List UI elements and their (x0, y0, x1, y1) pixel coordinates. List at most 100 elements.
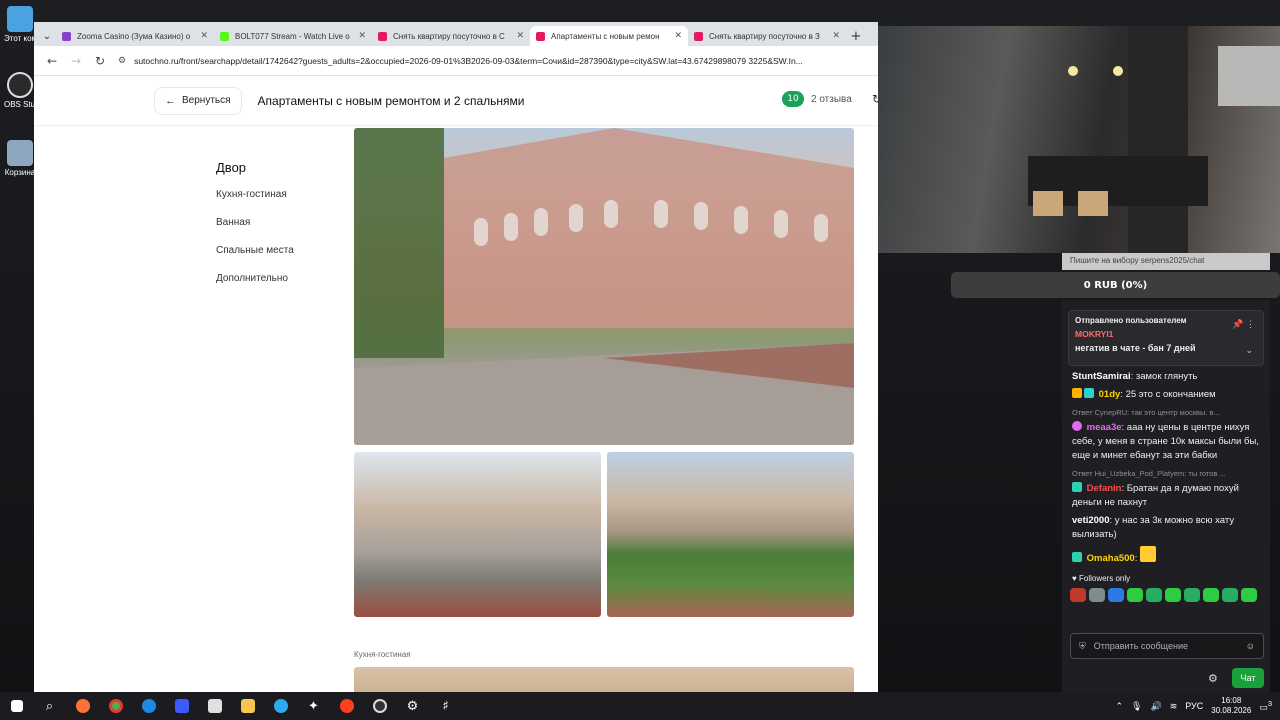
emote-icon[interactable] (1203, 588, 1219, 602)
search-icon[interactable]: ⌕ (33, 692, 66, 720)
obs-icon (7, 72, 33, 98)
close-tab-icon[interactable]: ✕ (674, 31, 682, 41)
clock-time: 16:08 (1221, 696, 1242, 705)
desktop-icon-label: OBS Studio (4, 100, 36, 109)
forward-arrow-icon[interactable]: → (64, 54, 88, 68)
chat-message: Defanin: Братан да я думаю похуй деньги … (1072, 482, 1239, 508)
close-tab-icon[interactable]: ✕ (358, 31, 366, 41)
notifications-icon[interactable]: ▭3 (1259, 699, 1272, 713)
chat-message: veti2000: у нас за 3к можно всю хату выл… (1072, 515, 1235, 540)
browser-tab[interactable]: BOLT077 Stream - Watch Live o ✕ (214, 26, 372, 46)
close-tab-icon[interactable]: ✕ (200, 31, 208, 41)
page-header: ← Вернуться Апартаменты с новым ремонтом… (34, 76, 878, 126)
chat-username[interactable]: veti2000 (1072, 515, 1110, 526)
courtyard-photo-main[interactable] (354, 128, 854, 445)
chat-username[interactable]: 01dy (1099, 389, 1121, 400)
chat-text: 25 это с окончанием (1125, 389, 1216, 400)
page-title: Апартаменты с новым ремонтом и 2 спальня… (257, 93, 525, 108)
emote-icon[interactable] (1241, 588, 1257, 602)
taskbar: ⌕ ✦ ⚙ ♯ ⌃ 🎙 🔊 ≋ РУС 16:08 30.08.2026 ▭3 (0, 692, 1280, 720)
chat-username[interactable]: meaa3e (1087, 422, 1122, 433)
browser-window: ⌄ Zooma Casino (Зума Казино) о ✕ BOLT077… (34, 22, 878, 692)
language-indicator[interactable]: РУС (1185, 701, 1203, 711)
emote-icon[interactable] (1222, 588, 1238, 602)
emote-icon[interactable] (1108, 588, 1124, 602)
pin-icon[interactable]: 📌 ⋮ (1232, 319, 1255, 330)
browser-tab[interactable]: Zooma Casino (Зума Казино) о ✕ (56, 26, 214, 46)
tab-title: Снять квартиру посуточно в З (709, 31, 820, 41)
back-arrow-icon[interactable]: ← (40, 54, 64, 68)
badge-icon (1072, 388, 1082, 398)
chat-text: замок глянуть (1135, 371, 1198, 382)
emote-icon[interactable] (1070, 588, 1086, 602)
wifi-icon[interactable]: ≋ (1170, 701, 1178, 712)
url-field[interactable]: ⚙ sutochno.ru/front/searchapp/detail/174… (112, 50, 872, 72)
clock-date: 30.08.2026 (1211, 706, 1252, 715)
browser-tab[interactable]: Снять квартиру посуточно в З ✕ (688, 26, 846, 46)
back-button-label: Вернуться (182, 95, 231, 106)
volume-icon[interactable]: 🔊 (1150, 701, 1161, 712)
tab-title: Zooma Casino (Зума Казино) о (77, 31, 191, 41)
chat-username[interactable]: Defanin (1087, 483, 1122, 494)
chat-username[interactable]: StuntSamirai (1072, 371, 1131, 382)
obs-taskbar-button[interactable] (363, 692, 396, 720)
chat-send-button[interactable]: Чат (1232, 668, 1264, 688)
emoji-icon[interactable]: ☺ (1246, 641, 1255, 651)
close-tab-icon[interactable]: ✕ (516, 31, 524, 41)
reviews-link[interactable]: 2 отзыва (811, 94, 852, 105)
save-taskbar-button[interactable] (165, 692, 198, 720)
back-button[interactable]: ← Вернуться (154, 86, 242, 115)
firefox-taskbar-button[interactable] (66, 692, 99, 720)
webcam-feed (878, 26, 1280, 253)
pinned-username: MOKRYI1 (1075, 329, 1114, 339)
browser-tab[interactable]: Снять квартиру посуточно в С ✕ (372, 26, 530, 46)
floppy-icon (174, 699, 189, 713)
kitchen-photo[interactable] (354, 667, 854, 692)
emote-icon[interactable] (1146, 588, 1162, 602)
sparkle-taskbar-button[interactable]: ✦ (297, 692, 330, 720)
yandex-taskbar-button[interactable] (330, 692, 363, 720)
tab-search-icon[interactable]: ⌄ (38, 26, 56, 46)
nav-item[interactable]: Дополнительно (216, 273, 294, 301)
pinned-message[interactable]: Отправлено пользователем MOKRYI1 негатив… (1068, 310, 1264, 366)
chevron-down-icon[interactable]: ⌄ (1245, 345, 1253, 356)
badge-icon (1072, 482, 1082, 492)
browser-tab-active[interactable]: Апартаменты с новым ремон ✕ (530, 26, 688, 46)
courtyard-photo-left[interactable] (354, 452, 601, 617)
settings-taskbar-button[interactable]: ⚙ (396, 692, 429, 720)
emote-icon[interactable] (1165, 588, 1181, 602)
start-button[interactable] (0, 692, 33, 720)
desktop-icon-this-pc[interactable]: Этот компьютер (4, 6, 36, 43)
nav-item[interactable]: Кухня-гостиная (216, 189, 294, 217)
microphone-icon[interactable]: 🎙 (1131, 701, 1142, 712)
chrome-taskbar-button[interactable] (99, 692, 132, 720)
clock[interactable]: 16:08 30.08.2026 (1211, 696, 1251, 716)
favicon-icon (220, 31, 229, 41)
firefox-icon (75, 699, 90, 713)
notification-count: 3 (1267, 699, 1272, 708)
nav-item[interactable]: Спальные места (216, 245, 294, 273)
yandex-icon (339, 699, 354, 713)
emote-icon[interactable] (1127, 588, 1143, 602)
emote-icon[interactable] (1089, 588, 1105, 602)
rating[interactable]: 10 2 отзыва (782, 91, 852, 107)
site-info-icon[interactable]: ⚙ (118, 55, 126, 66)
emote-icon[interactable] (1184, 588, 1200, 602)
chat-username[interactable]: Omaha500 (1087, 553, 1135, 564)
reload-icon[interactable]: ↻ (88, 54, 112, 68)
explorer-taskbar-button[interactable] (231, 692, 264, 720)
close-tab-icon[interactable]: ✕ (832, 31, 840, 41)
desktop-icon-recycle-bin[interactable]: Корзина (4, 140, 36, 177)
nav-header[interactable]: Двор (216, 160, 294, 175)
courtyard-photo-right[interactable] (607, 452, 854, 617)
new-tab-button[interactable]: + (846, 26, 866, 46)
nav-item[interactable]: Ванная (216, 217, 294, 245)
desktop-icon-obs[interactable]: OBS Studio (4, 72, 36, 109)
app-taskbar-button[interactable]: ♯ (429, 692, 462, 720)
store-taskbar-button[interactable] (198, 692, 231, 720)
edge-taskbar-button[interactable] (132, 692, 165, 720)
gear-icon[interactable]: ⚙ (1208, 672, 1218, 685)
chevron-up-icon[interactable]: ⌃ (1115, 701, 1123, 712)
telegram-taskbar-button[interactable] (264, 692, 297, 720)
chat-input[interactable]: ⛨ Отправить сообщение ☺ (1070, 633, 1264, 659)
